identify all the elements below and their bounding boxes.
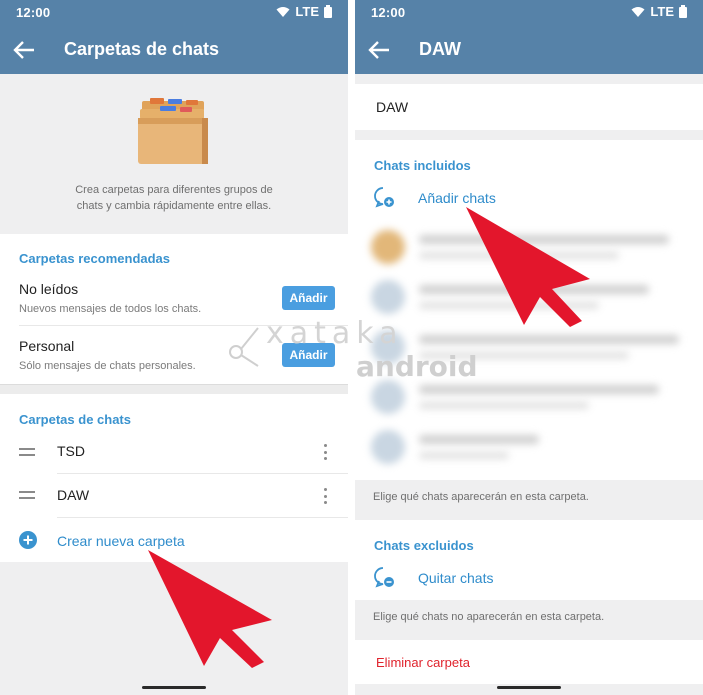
app-bar: DAW	[355, 26, 703, 74]
intro-text: Crea carpetas para diferentes grupos de …	[0, 182, 348, 214]
more-options-icon[interactable]	[322, 444, 328, 460]
folder-name: DAW	[57, 487, 90, 503]
chat-folders-screen: 12:00 LTE Carpetas de chats Crea carpeta…	[0, 0, 348, 695]
excluded-hint-area: Elige qué chats no aparecerán en esta ca…	[355, 600, 703, 640]
section-separator	[0, 384, 348, 394]
page-title: DAW	[419, 39, 461, 59]
divider	[57, 473, 348, 474]
folder-name: TSD	[57, 443, 85, 459]
divider	[19, 325, 348, 326]
remove-chats-button[interactable]: Quitar chats	[418, 570, 493, 586]
folder-cabinet-illustration	[138, 98, 208, 164]
divider	[57, 517, 348, 518]
drag-handle-icon[interactable]	[19, 448, 35, 456]
list-item[interactable]	[355, 272, 703, 322]
add-chats-button[interactable]: Añadir chats	[418, 190, 496, 206]
comparison-screenshot: 12:00 LTE Carpetas de chats Crea carpeta…	[0, 0, 703, 695]
network-label: LTE	[650, 4, 674, 19]
folder-name-input[interactable]: DAW	[376, 99, 408, 115]
add-unread-folder-button[interactable]: Añadir	[282, 286, 335, 310]
back-arrow-icon[interactable]	[12, 39, 36, 61]
status-indicators: LTE	[631, 4, 687, 19]
recommended-item-subtitle: Sólo mensajes de chats personales.	[19, 360, 196, 372]
recommended-item-subtitle: Nuevos mensajes de todos los chats.	[19, 303, 202, 315]
delete-folder-button[interactable]: Eliminar carpeta	[376, 655, 470, 670]
included-chats-section: Chats incluidos Añadir chats	[355, 140, 703, 480]
excluded-chats-header: Chats excluidos	[374, 538, 474, 553]
add-circle-icon	[19, 531, 37, 549]
more-options-icon[interactable]	[322, 488, 328, 504]
status-bar: 12:00 LTE	[355, 0, 703, 26]
wifi-icon	[631, 6, 645, 17]
excluded-chats-section: Chats excluidos Quitar chats	[355, 520, 703, 600]
chat-folders-header: Carpetas de chats	[19, 412, 131, 427]
back-arrow-icon[interactable]	[367, 39, 391, 61]
battery-icon	[324, 5, 332, 18]
included-chats-header: Chats incluidos	[374, 158, 471, 173]
delete-folder-section: Eliminar carpeta	[355, 640, 703, 684]
status-time: 12:00	[16, 5, 51, 20]
add-personal-folder-button[interactable]: Añadir	[282, 343, 335, 367]
included-hint: Elige qué chats aparecerán en esta carpe…	[373, 491, 589, 503]
drag-handle-icon[interactable]	[19, 491, 35, 499]
app-bar: Carpetas de chats	[0, 26, 348, 74]
status-bar: 12:00 LTE	[0, 0, 348, 26]
network-label: LTE	[295, 4, 319, 19]
status-time: 12:00	[371, 5, 406, 20]
chat-add-icon	[374, 187, 394, 208]
excluded-hint: Elige qué chats no aparecerán en esta ca…	[373, 611, 605, 623]
battery-icon	[679, 5, 687, 18]
recommended-header: Carpetas recomendadas	[19, 251, 171, 266]
list-item[interactable]	[355, 372, 703, 422]
page-title: Carpetas de chats	[64, 39, 220, 59]
chat-folders-section: Carpetas de chats TSD DAW Crear nueva ca…	[0, 394, 348, 562]
intro-line-2: chats y cambia rápidamente entre ellas.	[76, 200, 272, 212]
wifi-icon	[276, 6, 290, 17]
gesture-bar	[497, 686, 561, 689]
status-indicators: LTE	[276, 4, 332, 19]
intro-line-1: Crea carpetas para diferentes grupos de	[75, 184, 273, 196]
included-hint-area: Elige qué chats aparecerán en esta carpe…	[355, 480, 703, 520]
folder-name-section: DAW	[355, 84, 703, 130]
list-item[interactable]	[355, 322, 703, 372]
recommended-section: Carpetas recomendadas No leídos Nuevos m…	[0, 234, 348, 384]
list-item[interactable]	[355, 422, 703, 472]
recommended-item-title: No leídos	[19, 281, 79, 297]
list-item[interactable]	[355, 222, 703, 272]
folder-edit-screen: 12:00 LTE DAW DAW Chats incluidos Añadir…	[355, 0, 703, 695]
gesture-bar	[142, 686, 206, 689]
chat-remove-icon	[374, 567, 394, 588]
recommended-item-title: Personal	[19, 338, 75, 354]
intro-section: Crea carpetas para diferentes grupos de …	[0, 74, 348, 234]
create-folder-button[interactable]: Crear nueva carpeta	[57, 533, 185, 549]
